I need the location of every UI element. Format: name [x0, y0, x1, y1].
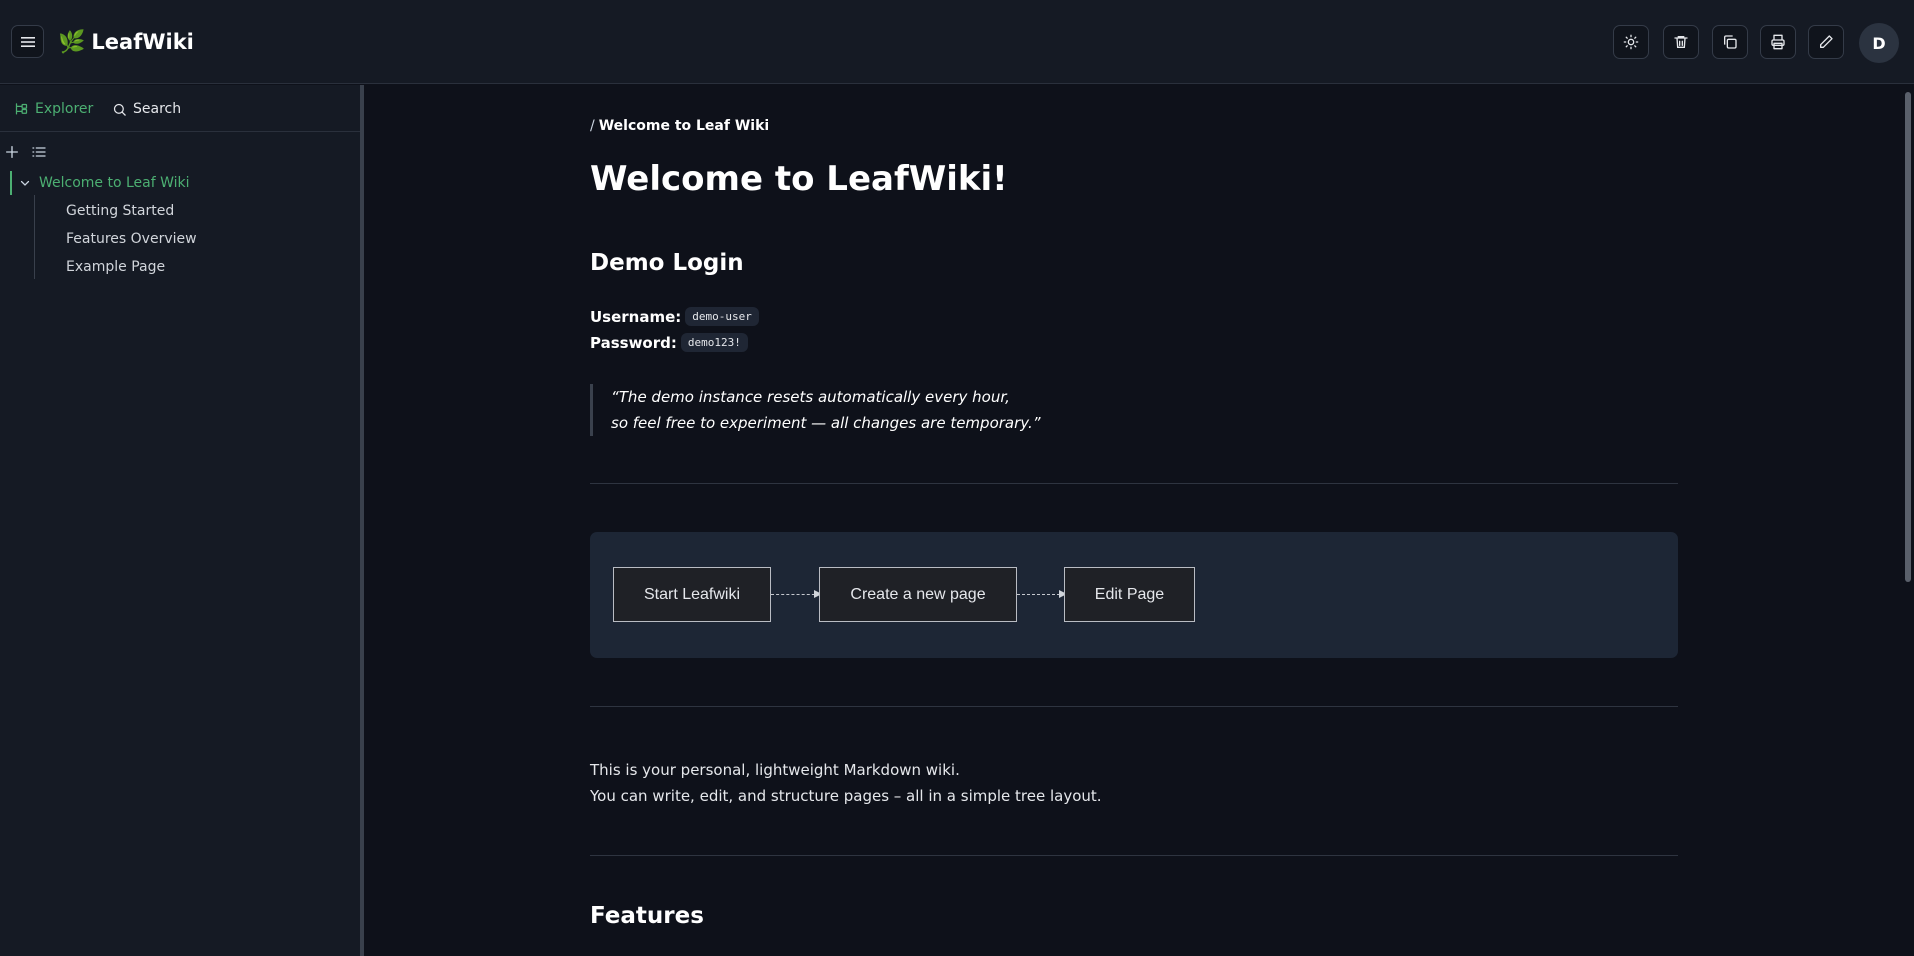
page-title: Welcome to LeafWiki! — [590, 159, 1008, 199]
tree-item-features-overview[interactable]: Features Overview — [66, 229, 197, 249]
tree-item-welcome[interactable]: Welcome to Leaf Wiki — [19, 173, 190, 193]
plus-icon[interactable] — [4, 144, 20, 160]
printer-icon — [1771, 34, 1785, 50]
flow-node-edit: Edit Page — [1064, 567, 1195, 622]
tab-search-label: Search — [133, 101, 182, 117]
copy-icon — [1724, 35, 1737, 49]
username-label: Username: — [590, 307, 682, 326]
sidebar-tabs: Explorer Search — [0, 85, 360, 132]
flow-arrow — [771, 590, 822, 598]
brand-name: LeafWiki — [91, 30, 194, 54]
main-content: / Welcome to Leaf Wiki Welcome to LeafWi… — [364, 85, 1914, 956]
top-bar: 🌿 LeafWiki D — [0, 0, 1914, 84]
pencil-icon — [1820, 35, 1833, 48]
sidebar: Explorer Search Welcome to Leaf Wiki Get… — [0, 85, 360, 956]
quote-line-2: so feel free to experiment — all changes… — [611, 414, 1041, 432]
demo-login-heading: Demo Login — [590, 250, 744, 276]
tree-item-getting-started[interactable]: Getting Started — [66, 201, 174, 221]
delete-button[interactable] — [1663, 25, 1699, 59]
edit-button[interactable] — [1808, 25, 1844, 59]
breadcrumb-current[interactable]: Welcome to Leaf Wiki — [599, 118, 769, 134]
tree-guide-line — [34, 195, 35, 279]
divider — [590, 855, 1678, 856]
tab-explorer-label: Explorer — [35, 101, 94, 117]
flow-node-start: Start Leafwiki — [613, 567, 771, 622]
brand[interactable]: 🌿 LeafWiki — [58, 26, 194, 58]
tree-toolbar — [4, 141, 48, 163]
intro-line-1: This is your personal, lightweight Markd… — [590, 761, 960, 779]
theme-toggle-button[interactable] — [1613, 25, 1649, 59]
username-row: Username: demo-user — [590, 307, 759, 326]
password-code: demo123! — [680, 333, 748, 352]
print-button[interactable] — [1760, 25, 1796, 59]
quote-line-1: “The demo instance resets automatically … — [611, 388, 1010, 406]
blockquote: “The demo instance resets automatically … — [590, 384, 1041, 436]
tree-item-label: Welcome to Leaf Wiki — [39, 175, 190, 191]
flow-node-create: Create a new page — [819, 567, 1017, 622]
search-icon — [113, 103, 126, 116]
leaf-icon: 🌿 — [58, 29, 86, 55]
username-code: demo-user — [685, 307, 759, 326]
tree-icon — [15, 102, 28, 114]
trash-icon — [1674, 36, 1688, 48]
breadcrumb-separator: / — [590, 118, 595, 134]
tree-selected-indicator — [10, 171, 12, 195]
hamburger-icon — [20, 36, 35, 47]
password-row: Password: demo123! — [590, 333, 748, 352]
divider — [590, 483, 1678, 484]
features-heading: Features — [590, 903, 704, 929]
breadcrumb: / Welcome to Leaf Wiki — [590, 118, 769, 134]
chevron-down-icon[interactable] — [19, 177, 31, 189]
copy-button[interactable] — [1712, 25, 1748, 59]
tab-search[interactable]: Search — [112, 99, 181, 119]
divider — [590, 706, 1678, 707]
user-avatar[interactable]: D — [1859, 23, 1899, 63]
intro-paragraph: This is your personal, lightweight Markd… — [590, 757, 1102, 809]
flow-diagram: Start Leafwiki Create a new page Edit Pa… — [590, 532, 1678, 658]
sun-icon — [1623, 34, 1639, 50]
flow-arrow — [1017, 590, 1067, 598]
password-label: Password: — [590, 333, 677, 352]
menu-toggle-button[interactable] — [11, 25, 44, 58]
tree-item-example-page[interactable]: Example Page — [66, 257, 165, 277]
scrollbar-thumb[interactable] — [1905, 92, 1911, 582]
intro-line-2: You can write, edit, and structure pages… — [590, 787, 1102, 805]
list-icon[interactable] — [30, 144, 48, 160]
tab-explorer[interactable]: Explorer — [14, 99, 93, 119]
